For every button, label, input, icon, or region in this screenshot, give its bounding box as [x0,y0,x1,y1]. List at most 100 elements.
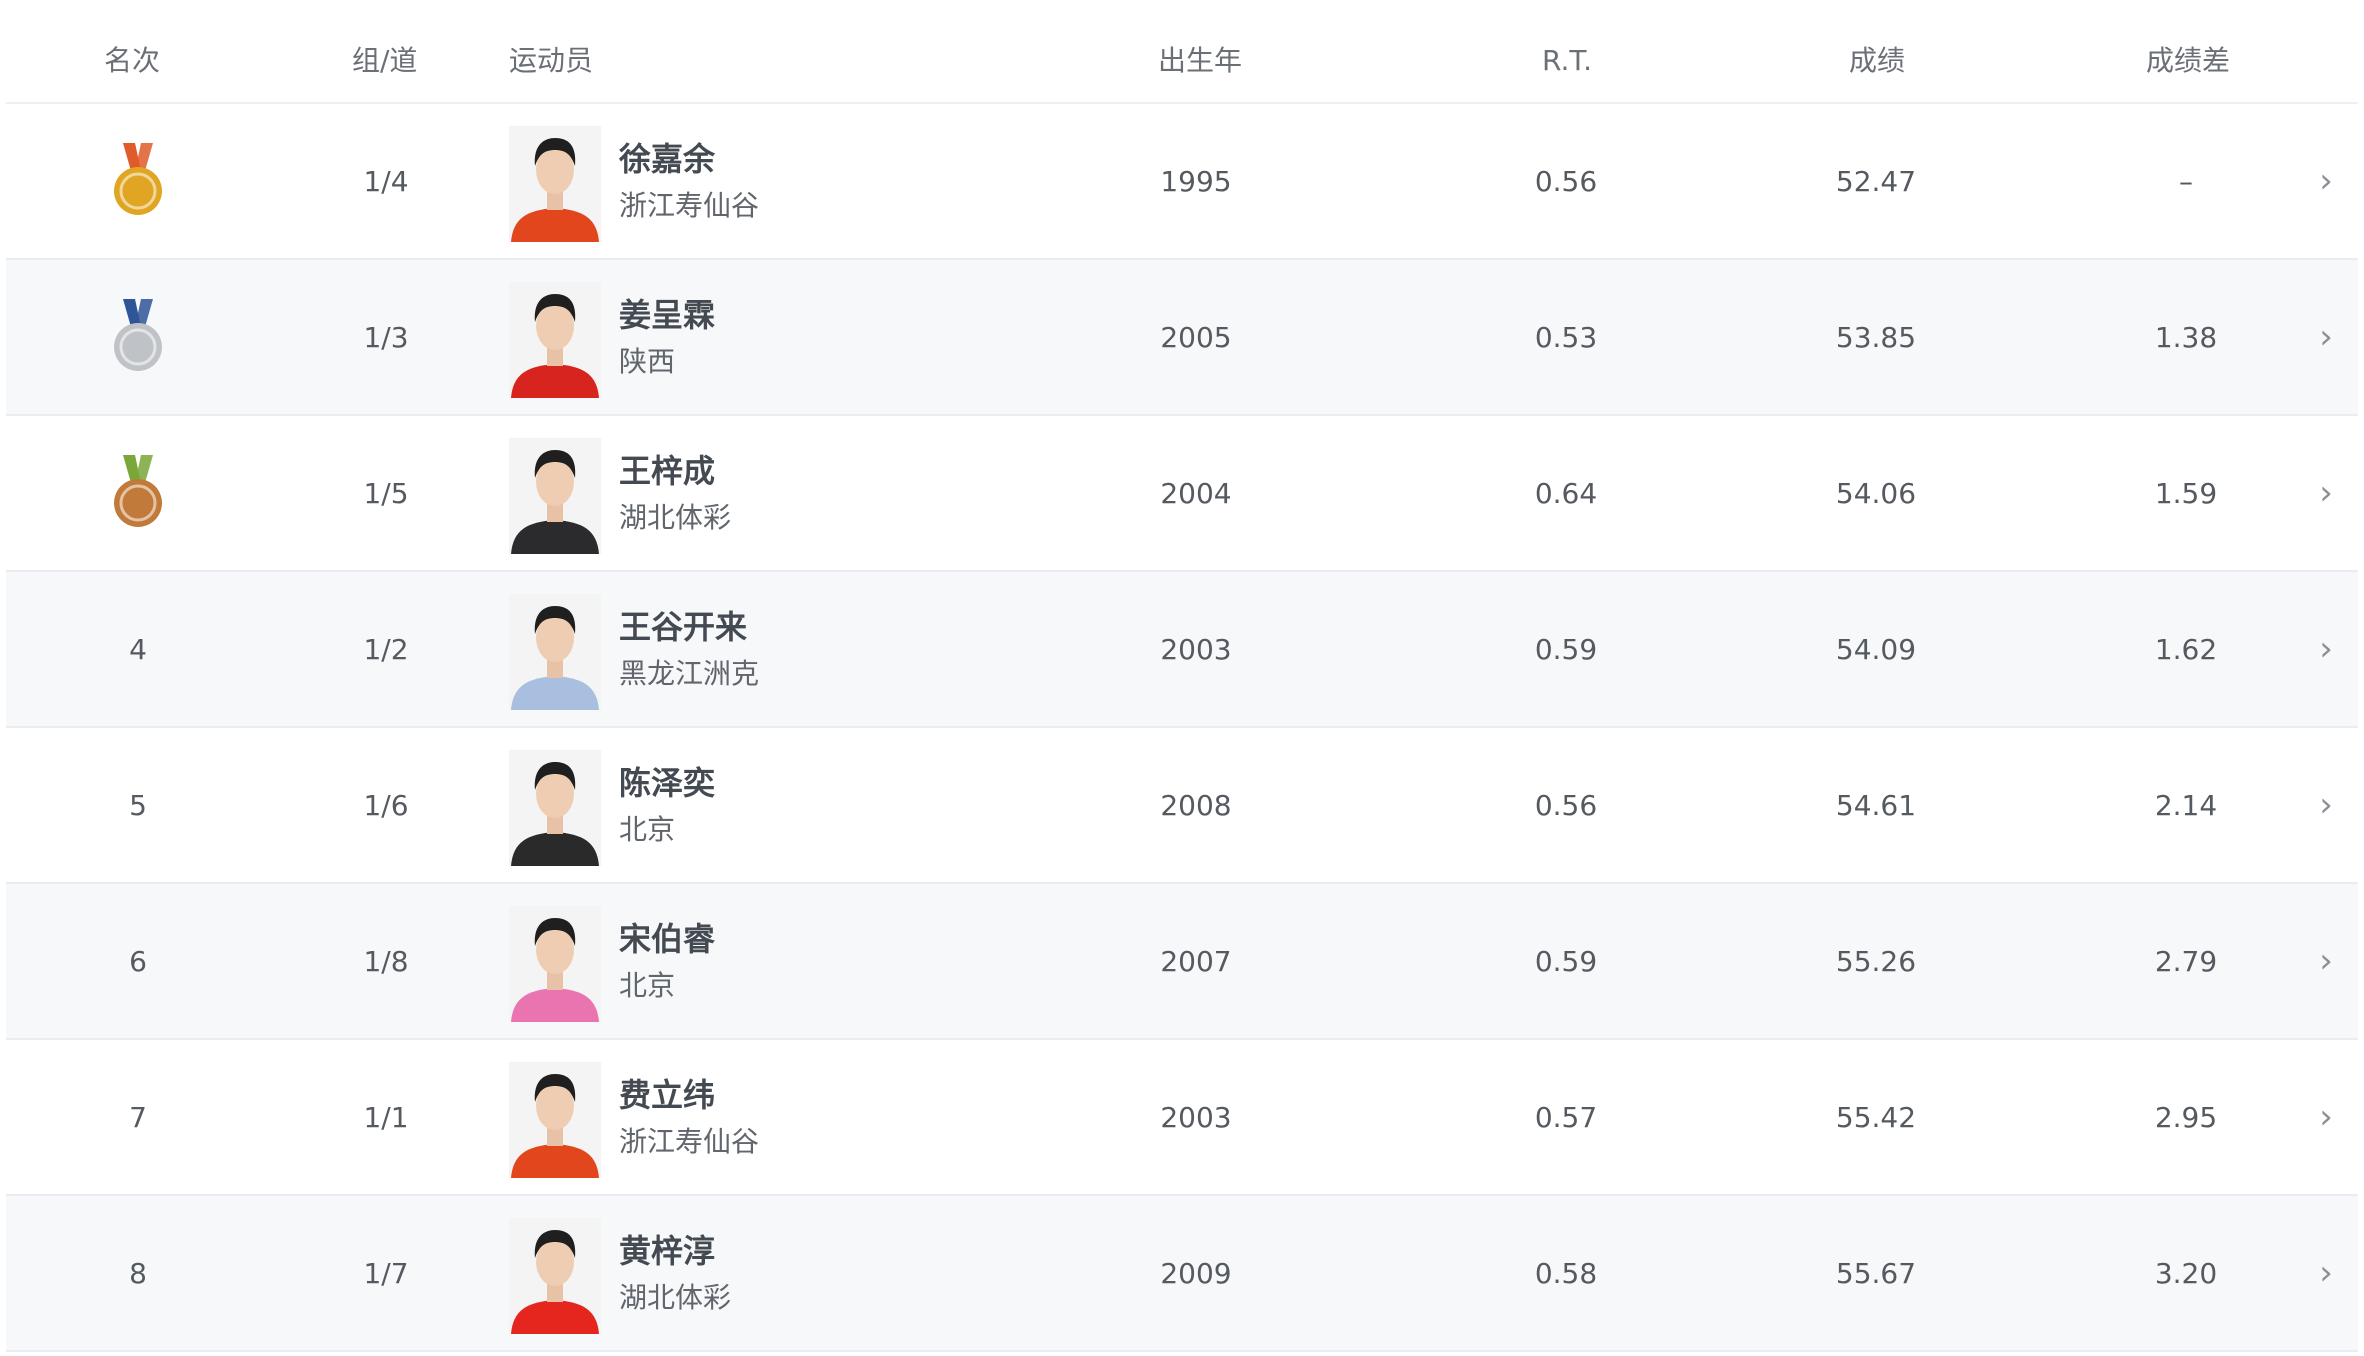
athlete-name: 费立纬 [619,1076,716,1114]
time-diff-cell: 1.62 [2154,632,2218,666]
table-row[interactable]: 5 1/6 陈泽奕 北京 2008 0.56 54.61 2.14 › [6,728,2358,884]
birth-year-cell: 2003 [1160,632,1232,666]
chevron-right-icon[interactable]: › [2306,1196,2346,1350]
athlete-photo [509,750,601,866]
birth-year-cell: 2009 [1160,1256,1232,1290]
header-rt: R.T. [1542,44,1593,77]
time-cell: 54.61 [1835,788,1917,822]
time-diff-cell: 2.14 [2154,788,2218,822]
lane-cell: 1/3 [363,320,409,354]
reaction-time-cell: 0.53 [1534,320,1598,354]
table-row[interactable]: 1/3 姜呈霖 陕西 2005 0.53 53.85 1.38 › [6,260,2358,416]
athlete-team: 湖北体彩 [619,1281,732,1314]
athlete-team: 浙江寿仙谷 [619,189,760,222]
rank-number: 7 [129,1100,147,1134]
athlete-cell: 费立纬 浙江寿仙谷 [509,1040,909,1194]
results-table: 名次 组/道 运动员 出生年 R.T. 成绩 成绩差 1/4 徐嘉余 浙江寿仙谷… [6,0,2358,1352]
athlete-photo [509,1218,601,1334]
chevron-right-icon[interactable]: › [2306,260,2346,414]
athlete-photo [509,282,601,398]
time-diff-cell: – [2179,164,2193,198]
chevron-right-icon[interactable]: › [2306,572,2346,726]
time-cell: 54.09 [1835,632,1917,666]
time-diff-cell: 1.38 [2154,320,2218,354]
lane-cell: 1/8 [363,944,409,978]
header-time: 成绩 [1849,44,1906,77]
rank-cell: 6 [58,884,218,1038]
rank-number: 5 [129,788,147,822]
lane-cell: 1/2 [363,632,409,666]
reaction-time-cell: 0.59 [1534,944,1598,978]
athlete-name: 宋伯睿 [619,920,716,958]
athlete-cell: 姜呈霖 陕西 [509,260,909,414]
table-row[interactable]: 6 1/8 宋伯睿 北京 2007 0.59 55.26 2.79 › [6,884,2358,1040]
birth-year-cell: 2008 [1160,788,1232,822]
chevron-right-icon[interactable]: › [2306,1040,2346,1194]
time-cell: 55.42 [1835,1100,1917,1134]
athlete-team: 黑龙江洲克 [619,657,760,690]
birth-year-cell: 2005 [1160,320,1232,354]
rank-cell: 7 [58,1040,218,1194]
time-diff-cell: 3.20 [2154,1256,2218,1290]
chevron-right-icon[interactable]: › [2306,104,2346,258]
athlete-team: 北京 [619,813,676,846]
time-cell: 55.26 [1835,944,1917,978]
rank-number: 6 [129,944,147,978]
birth-year-cell: 1995 [1160,164,1232,198]
athlete-name: 姜呈霖 [619,296,716,334]
athlete-cell: 徐嘉余 浙江寿仙谷 [509,104,909,258]
rank-cell: 4 [58,572,218,726]
rank-cell [58,104,218,258]
rank-cell: 5 [58,728,218,882]
birth-year-cell: 2003 [1160,1100,1232,1134]
lane-cell: 1/7 [363,1256,409,1290]
athlete-team: 陕西 [619,345,676,378]
reaction-time-cell: 0.59 [1534,632,1598,666]
reaction-time-cell: 0.56 [1534,788,1598,822]
athlete-name: 王梓成 [619,452,716,490]
athlete-team: 北京 [619,969,676,1002]
header-diff: 成绩差 [2146,44,2231,77]
time-diff-cell: 2.95 [2154,1100,2218,1134]
rank-cell: 8 [58,1196,218,1350]
athlete-cell: 宋伯睿 北京 [509,884,909,1038]
header-lane: 组/道 [352,44,418,77]
chevron-right-icon[interactable]: › [2306,728,2346,882]
athlete-name: 黄梓淳 [619,1232,716,1270]
table-row[interactable]: 8 1/7 黄梓淳 湖北体彩 2009 0.58 55.67 3.20 › [6,1196,2358,1352]
time-cell: 53.85 [1835,320,1917,354]
lane-cell: 1/5 [363,476,409,510]
time-diff-cell: 2.79 [2154,944,2218,978]
athlete-cell: 王梓成 湖北体彩 [509,416,909,570]
birth-year-cell: 2007 [1160,944,1232,978]
table-row[interactable]: 1/5 王梓成 湖北体彩 2004 0.64 54.06 1.59 › [6,416,2358,572]
chevron-right-icon[interactable]: › [2306,416,2346,570]
birth-year-cell: 2004 [1160,476,1232,510]
reaction-time-cell: 0.56 [1534,164,1598,198]
bronze-medal-icon [111,453,165,533]
athlete-cell: 黄梓淳 湖北体彩 [509,1196,909,1350]
athlete-photo [509,906,601,1022]
table-body: 1/4 徐嘉余 浙江寿仙谷 1995 0.56 52.47 – › 1/3 姜呈… [6,104,2358,1352]
chevron-right-icon[interactable]: › [2306,884,2346,1038]
header-rank: 名次 [104,44,161,77]
table-header: 名次 组/道 运动员 出生年 R.T. 成绩 成绩差 [6,0,2358,104]
athlete-cell: 陈泽奕 北京 [509,728,909,882]
table-row[interactable]: 7 1/1 费立纬 浙江寿仙谷 2003 0.57 55.42 2.95 › [6,1040,2358,1196]
rank-cell [58,416,218,570]
table-row[interactable]: 4 1/2 王谷开来 黑龙江洲克 2003 0.59 54.09 1.62 › [6,572,2358,728]
header-athlete: 运动员 [509,44,594,77]
athlete-name: 王谷开来 [619,608,748,646]
athlete-photo [509,594,601,710]
rank-cell [58,260,218,414]
reaction-time-cell: 0.58 [1534,1256,1598,1290]
reaction-time-cell: 0.57 [1534,1100,1598,1134]
lane-cell: 1/4 [363,164,409,198]
athlete-name: 徐嘉余 [619,140,716,178]
athlete-team: 湖北体彩 [619,501,732,534]
athlete-cell: 王谷开来 黑龙江洲克 [509,572,909,726]
athlete-team: 浙江寿仙谷 [619,1125,760,1158]
table-row[interactable]: 1/4 徐嘉余 浙江寿仙谷 1995 0.56 52.47 – › [6,104,2358,260]
time-diff-cell: 1.59 [2154,476,2218,510]
lane-cell: 1/1 [363,1100,409,1134]
